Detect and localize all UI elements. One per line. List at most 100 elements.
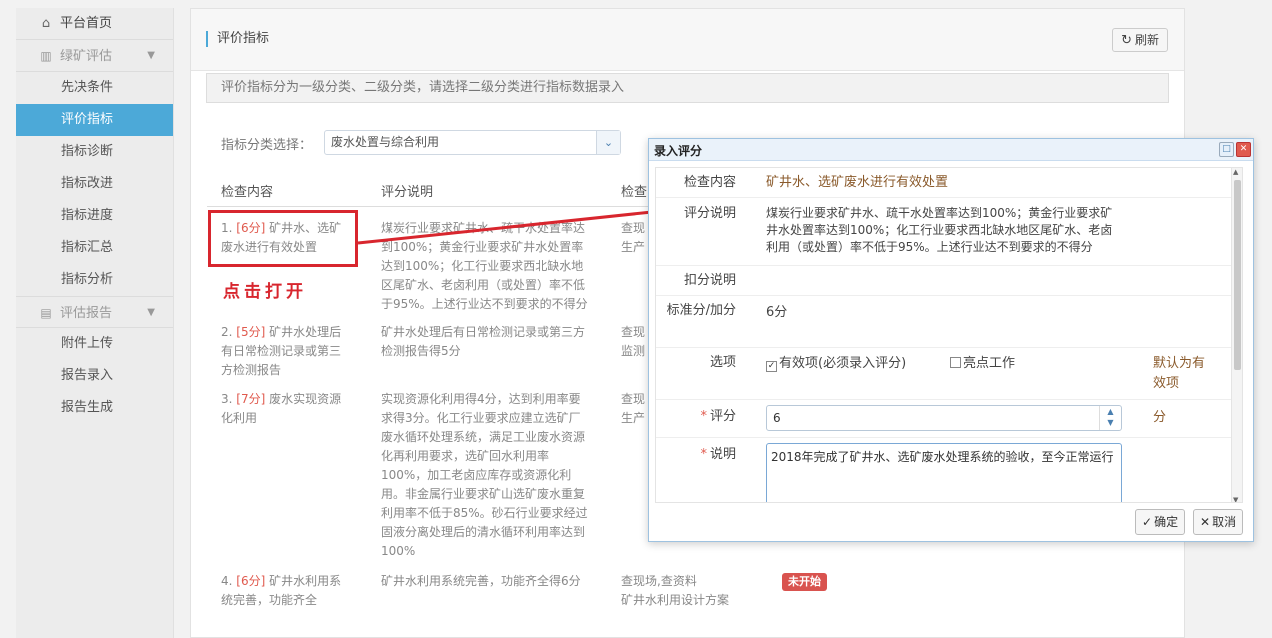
category-select[interactable]: 废水处置与综合利用 ⌄: [324, 130, 621, 155]
column-header-content: 检查内容: [221, 185, 274, 200]
page-title: 评价指标: [206, 31, 269, 47]
dialog-footer: ✓ 确定 ✕ 取消: [649, 503, 1253, 541]
row-description: 矿井水利用系统完善，功能齐全得6分: [381, 574, 581, 588]
content-value: 矿井水、选矿废水进行有效处置: [766, 175, 949, 190]
row-content[interactable]: 3. [7分] 废水实现资源化利用: [221, 390, 351, 428]
score-input-value: 6: [773, 411, 781, 425]
form-row-description: 评分说明 煤炭行业要求矿井水、疏干水处置率达到100%；黄金行业要求矿井水处置率…: [656, 198, 1233, 266]
required-marker: *: [700, 409, 707, 424]
sidebar-group-label: 绿矿评估: [60, 49, 113, 64]
sidebar-item-diagnosis[interactable]: 指标诊断: [16, 136, 173, 168]
field-label-text: 评分: [709, 409, 736, 424]
caret-down-icon: ▼: [147, 307, 155, 318]
description-value: 煤炭行业要求矿井水、疏干水处置率达到100%；黄金行业要求矿井水处置率达到100…: [766, 206, 1113, 254]
close-icon[interactable]: ✕: [1236, 142, 1251, 157]
status-badge: 未开始: [782, 573, 827, 591]
field-label: * 说明: [656, 445, 736, 465]
row-check-document: 生产: [621, 411, 646, 425]
sidebar-item-label: 平台首页: [60, 16, 113, 31]
row-number: 4.: [221, 574, 233, 588]
row-check-method: 查现场,查资料: [621, 574, 697, 588]
annotation-label: 点击打开: [223, 282, 307, 302]
row-description: 矿井水处理后有日常检测记录或第三方检测报告得5分: [381, 325, 586, 358]
row-content[interactable]: 2. [5分] 矿井水处理后有日常检测记录或第三方检测报告: [221, 323, 351, 380]
dialog-scrollbar[interactable]: ▲ ▼: [1231, 168, 1242, 502]
refresh-button[interactable]: ↻ 刷新: [1112, 28, 1168, 52]
maximize-icon[interactable]: □: [1219, 142, 1234, 157]
cancel-button-label: 取消: [1212, 515, 1237, 529]
panel-header: 评价指标 ↻ 刷新: [191, 9, 1184, 71]
field-label: 扣分说明: [683, 273, 736, 288]
refresh-icon: ↻: [1121, 33, 1132, 48]
scroll-up-icon[interactable]: ▲: [1233, 168, 1238, 176]
field-label: 标准分/加分: [666, 303, 736, 318]
row-score: [7分]: [236, 392, 266, 406]
row-check-method: 查现: [621, 392, 646, 406]
dialog-header: 录入评分 □ ✕: [649, 139, 1253, 161]
sidebar-item-attachment-upload[interactable]: 附件上传: [16, 328, 173, 360]
sidebar-item-indicators[interactable]: 评价指标: [16, 104, 173, 136]
sidebar-item-prerequisites[interactable]: 先决条件: [16, 72, 173, 104]
checkbox-unchecked[interactable]: [950, 357, 961, 368]
annotation-highlight-box: [208, 210, 358, 267]
sidebar-item-report-generate[interactable]: 报告生成: [16, 392, 173, 424]
scrollbar-thumb[interactable]: [1234, 180, 1241, 370]
category-select-value: 废水处置与综合利用: [331, 135, 440, 149]
form-row-explanation: * 说明 2018年完成了矿井水、选矿废水处理系统的验收，至今正常运行: [656, 438, 1233, 502]
sidebar-group-label: 评估报告: [60, 306, 113, 321]
info-notice: 评价指标分为一级分类、二级分类，请选择二级分类进行指标数据录入: [206, 73, 1169, 103]
field-label: * 评分: [656, 407, 736, 427]
row-check: 查现场,查资料 矿井水利用设计方案: [621, 572, 761, 610]
row-check: 查现 生产: [621, 219, 651, 257]
score-input[interactable]: 6 ▲ ▼: [766, 405, 1122, 431]
sidebar-group-assessment[interactable]: ▥ 绿矿评估 ▼: [16, 40, 173, 72]
home-icon: ⌂: [41, 16, 51, 31]
sidebar-item-progress[interactable]: 指标进度: [16, 200, 173, 232]
sidebar-item-improvement[interactable]: 指标改进: [16, 168, 173, 200]
row-check-document: 矿井水利用设计方案: [621, 593, 730, 607]
row-number: 3.: [221, 392, 233, 406]
sidebar: ⌂ 平台首页 ▥ 绿矿评估 ▼ 先决条件 评价指标 指标诊断 指标改进 指标进度 指…: [16, 8, 174, 638]
row-check: 查现 生产: [621, 390, 651, 428]
row-description: 实现资源化利用得4分，达到利用率要求得3分。化工行业要求应建立选矿厂废水循环处理…: [381, 392, 588, 558]
sidebar-item-summary[interactable]: 指标汇总: [16, 232, 173, 264]
checkbox-checked[interactable]: ✓: [766, 361, 777, 372]
score-entry-dialog: 录入评分 □ ✕ 检查内容 矿井水、选矿废水进行有效处置 评分说明 煤炭行业要求…: [648, 138, 1254, 542]
row-check-method: 查现: [621, 221, 646, 235]
cancel-button[interactable]: ✕ 取消: [1193, 509, 1244, 535]
row-check-document: 监测: [621, 344, 646, 358]
row-check: 查现 监测: [621, 323, 651, 361]
scroll-down-icon[interactable]: ▼: [1233, 496, 1238, 502]
option-valid[interactable]: ✓ 有效项(必须录入评分): [766, 355, 906, 372]
spinner-icon[interactable]: ▲ ▼: [1099, 406, 1121, 430]
row-check-document: 生产: [621, 240, 646, 254]
column-header-description: 评分说明: [381, 185, 434, 200]
score-unit: 分: [1153, 410, 1167, 425]
sidebar-item-report-entry[interactable]: 报告录入: [16, 360, 173, 392]
field-label: 选项: [709, 355, 736, 370]
option-hint: 默认为有效项: [1153, 356, 1206, 391]
option-highlight[interactable]: 亮点工作: [950, 355, 1015, 372]
ok-button[interactable]: ✓ 确定: [1135, 509, 1186, 535]
document-icon: ▤: [40, 306, 52, 320]
row-description: 煤炭行业要求矿井水、疏干水处置率达到100%；黄金行业要求矿井水处置率达到100…: [381, 221, 588, 311]
close-icon: ✕: [1200, 515, 1211, 529]
filter-label: 指标分类选择：: [221, 138, 313, 153]
required-marker: *: [700, 447, 707, 462]
form-row-options: 选项 ✓ 有效项(必须录入评分) 亮点工作 默认为有效项: [656, 348, 1233, 400]
field-label: 评分说明: [683, 206, 736, 221]
row-content[interactable]: 4. [6分] 矿井水利用系统完善，功能齐全: [221, 572, 351, 610]
bar-chart-icon: ▥: [40, 49, 52, 63]
explanation-textarea[interactable]: 2018年完成了矿井水、选矿废水处理系统的验收，至今正常运行: [766, 443, 1122, 502]
chevron-down-icon: ⌄: [596, 131, 620, 154]
sidebar-item-analysis[interactable]: 指标分析: [16, 264, 173, 296]
refresh-label: 刷新: [1134, 33, 1159, 47]
standard-score-value: 6分: [766, 305, 788, 320]
dialog-title: 录入评分: [654, 144, 703, 158]
field-label: 检查内容: [683, 175, 736, 190]
row-score: [6分]: [236, 574, 266, 588]
caret-down-icon: ▼: [147, 50, 155, 61]
form-row-content: 检查内容 矿井水、选矿废水进行有效处置: [656, 168, 1233, 198]
sidebar-group-report[interactable]: ▤ 评估报告 ▼: [16, 296, 173, 328]
sidebar-item-home[interactable]: ⌂ 平台首页: [16, 8, 173, 40]
